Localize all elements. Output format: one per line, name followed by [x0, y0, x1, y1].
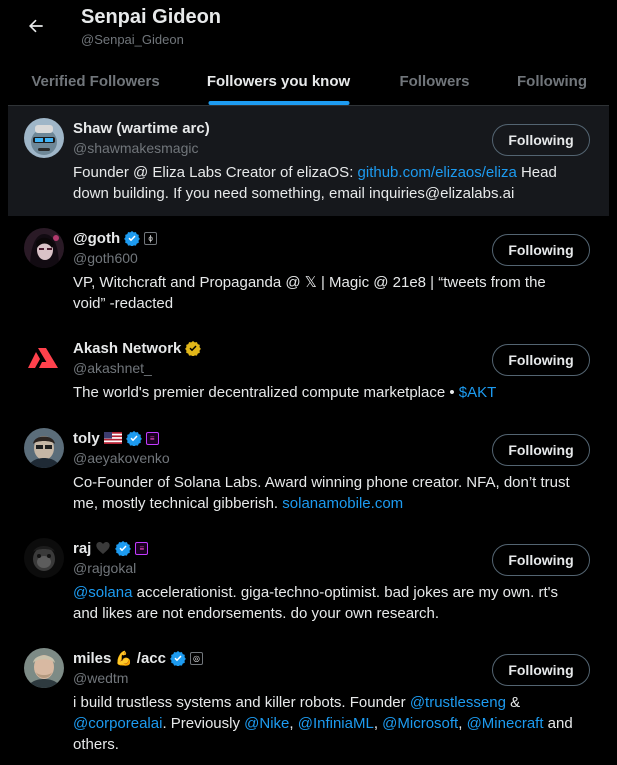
bio-text: i build trustless systems and killer rob… — [73, 694, 410, 711]
user-bio: i build trustless systems and killer rob… — [73, 692, 573, 755]
user-handle[interactable]: @goth600 — [73, 250, 138, 266]
back-arrow-icon — [29, 19, 43, 33]
user-bio: Co-Founder of Solana Labs. Award winning… — [73, 472, 573, 514]
bio-link[interactable]: solanamobile.com — [282, 495, 403, 512]
page-title: Senpai Gideon — [81, 6, 222, 28]
tab-followers-you-know[interactable]: Followers you know — [183, 58, 374, 105]
following-button[interactable]: Following — [492, 654, 590, 686]
bio-text: Founder @ Eliza Labs Creator of elizaOS: — [73, 164, 358, 181]
bio-text: . Previously — [162, 715, 245, 732]
list-item[interactable]: @goth ϕ @goth600 VP, Witchcraft and Prop… — [8, 216, 609, 326]
avatar[interactable] — [24, 648, 64, 688]
affiliate-icon[interactable]: ≡ — [135, 541, 149, 555]
bio-link[interactable]: @InfiniaML — [298, 715, 374, 732]
user-name[interactable]: Akash Network — [73, 340, 181, 357]
list-item[interactable]: miles 💪 /acc ◎ @wedtm i build trustless … — [8, 636, 609, 765]
user-bio: @solana accelerationist. giga-techno-opt… — [73, 582, 573, 624]
verified-blue-icon — [124, 231, 140, 246]
bio-link[interactable]: @Nike — [244, 715, 289, 732]
avatar[interactable] — [24, 338, 64, 378]
bio-link[interactable]: @Microsoft — [382, 715, 458, 732]
following-button[interactable]: Following — [492, 434, 590, 466]
following-button[interactable]: Following — [492, 544, 590, 576]
avatar[interactable] — [24, 428, 64, 468]
bio-link[interactable]: @trustlesseng — [410, 694, 506, 711]
bio-text: & — [505, 694, 521, 711]
user-handle[interactable]: @wedtm — [73, 670, 128, 686]
user-handle[interactable]: @aeyakovenko — [73, 450, 170, 466]
user-name[interactable]: toly — [73, 430, 100, 447]
flexed-biceps-icon: 💪 — [115, 650, 133, 666]
bio-text: , — [373, 715, 383, 732]
avatar[interactable] — [24, 228, 64, 268]
verified-gold-icon — [185, 341, 202, 356]
list-item[interactable]: Akash Network @akashnet_ The world's pre… — [8, 326, 609, 416]
list-item[interactable]: Shaw (wartime arc) @shawmakesmagic Found… — [8, 106, 609, 216]
affiliate-icon[interactable]: ϕ — [144, 231, 158, 245]
user-handle[interactable]: @rajgokal — [73, 560, 136, 576]
bio-text: , — [289, 715, 298, 732]
following-button[interactable]: Following — [492, 344, 590, 376]
user-handle[interactable]: @akashnet_ — [73, 360, 152, 376]
avatar[interactable] — [24, 118, 64, 158]
bio-link[interactable]: @Minecraft — [467, 715, 544, 732]
user-name[interactable]: miles — [73, 650, 111, 667]
verified-blue-icon — [115, 541, 132, 556]
following-button[interactable]: Following — [492, 234, 590, 266]
us-flag-icon — [103, 432, 122, 444]
following-button[interactable]: Following — [492, 124, 590, 156]
back-button[interactable] — [20, 12, 52, 40]
bio-link[interactable]: @corporealai — [73, 715, 162, 732]
bio-text: accelerationist. giga-techno-optimist. b… — [73, 584, 558, 622]
affiliate-icon[interactable]: ≡ — [145, 431, 159, 445]
user-name[interactable]: raj — [73, 540, 91, 557]
user-name-suffix[interactable]: /acc — [137, 650, 166, 667]
user-bio: Founder @ Eliza Labs Creator of elizaOS:… — [73, 162, 573, 204]
bio-link[interactable]: github.com/elizaos/eliza — [358, 164, 517, 181]
bio-link[interactable]: $AKT — [459, 384, 497, 401]
list-item[interactable]: raj ≡ @rajgokal @solana accelerationist.… — [8, 526, 609, 636]
user-name[interactable]: @goth — [73, 230, 120, 247]
tab-bar: Verified Followers Followers you know Fo… — [8, 58, 609, 106]
tab-following[interactable]: Following — [495, 58, 609, 105]
user-bio: The world's premier decentralized comput… — [73, 382, 573, 403]
black-heart-icon — [96, 542, 111, 554]
bio-text: , — [458, 715, 467, 732]
list-item[interactable]: toly ≡ @aeyakovenko Co-Founder of Solana… — [8, 416, 609, 526]
followers-list: Shaw (wartime arc) @shawmakesmagic Found… — [8, 106, 609, 765]
bio-text: The world's premier decentralized comput… — [73, 384, 459, 401]
verified-blue-icon — [125, 431, 142, 446]
user-handle[interactable]: @shawmakesmagic — [73, 140, 198, 156]
bio-text: VP, Witchcraft and Propaganda @ 𝕏 | Magi… — [73, 274, 546, 312]
active-tab-indicator — [208, 101, 349, 105]
profile-header: Senpai Gideon @Senpai_Gideon — [0, 0, 617, 58]
tab-followers[interactable]: Followers — [374, 58, 495, 105]
page-handle: @Senpai_Gideon — [81, 32, 184, 47]
user-name[interactable]: Shaw (wartime arc) — [73, 120, 210, 137]
tab-verified-followers[interactable]: Verified Followers — [8, 58, 183, 105]
avatar[interactable] — [24, 538, 64, 578]
user-bio: VP, Witchcraft and Propaganda @ 𝕏 | Magi… — [73, 272, 573, 314]
affiliate-icon[interactable]: ◎ — [190, 651, 203, 665]
verified-blue-icon — [170, 651, 186, 666]
bio-link[interactable]: @solana — [73, 584, 132, 601]
